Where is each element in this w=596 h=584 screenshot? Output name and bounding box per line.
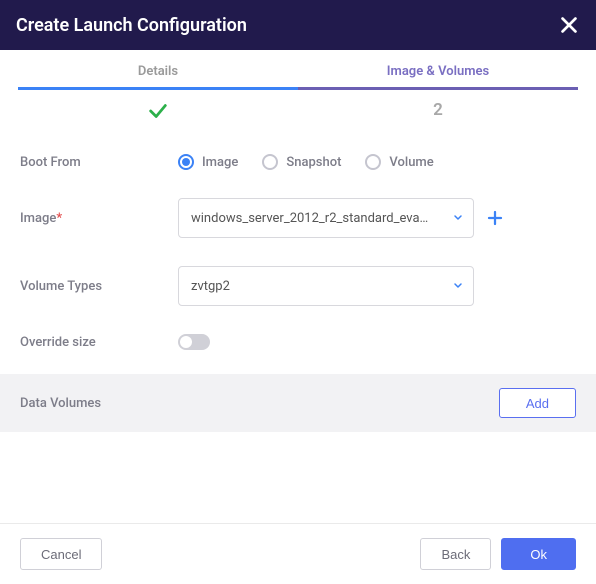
image-select[interactable]: windows_server_2012_r2_standard_eva… [178, 198, 474, 238]
radio-snapshot-label: Snapshot [286, 155, 341, 170]
row-override-size: Override size [20, 334, 576, 350]
radio-icon [178, 154, 194, 170]
row-image: Image* windows_server_2012_r2_standard_e… [20, 198, 576, 238]
footer-right-group: Back Ok [420, 538, 576, 570]
radio-image[interactable]: Image [178, 154, 238, 170]
tab-image-volumes[interactable]: Image & Volumes [298, 64, 578, 90]
boot-from-label: Boot From [20, 155, 178, 170]
step-1-indicator [18, 96, 298, 132]
volume-types-label: Volume Types [20, 279, 178, 294]
ok-button[interactable]: Ok [501, 538, 576, 570]
data-volumes-label: Data Volumes [20, 396, 101, 411]
required-indicator: * [56, 211, 62, 226]
add-volume-button[interactable]: Add [499, 388, 576, 418]
image-select-wrap: windows_server_2012_r2_standard_eva… [178, 198, 474, 238]
cancel-button[interactable]: Cancel [20, 538, 102, 570]
radio-snapshot[interactable]: Snapshot [262, 154, 341, 170]
image-label-text: Image [20, 211, 56, 226]
wizard-tabs: Details Image & Volumes [0, 64, 596, 90]
radio-volume-label: Volume [389, 155, 433, 170]
radio-icon [365, 154, 381, 170]
step-indicator-row: 2 [0, 90, 596, 132]
volume-types-select-wrap: zvtgp2 [178, 266, 474, 306]
tab-details[interactable]: Details [18, 64, 298, 90]
row-volume-types: Volume Types zvtgp2 [20, 266, 576, 306]
dialog-header: Create Launch Configuration [0, 0, 596, 50]
row-boot-from: Boot From Image Snapshot Volume [20, 154, 576, 170]
data-volumes-section: Data Volumes Add [0, 374, 596, 432]
step-2-indicator: 2 [298, 96, 578, 132]
add-image-button[interactable] [484, 207, 506, 229]
dialog-title: Create Launch Configuration [16, 15, 247, 36]
image-label: Image* [20, 211, 178, 226]
override-size-toggle[interactable] [178, 334, 210, 350]
override-size-label: Override size [20, 335, 178, 350]
checkmark-icon [147, 100, 169, 122]
form-body: Boot From Image Snapshot Volume Image* w… [0, 132, 596, 370]
plus-icon [486, 209, 504, 227]
boot-from-radio-group: Image Snapshot Volume [178, 154, 434, 170]
volume-types-select[interactable]: zvtgp2 [178, 266, 474, 306]
close-icon [558, 14, 580, 36]
close-button[interactable] [558, 14, 580, 36]
radio-image-label: Image [202, 155, 238, 170]
back-button[interactable]: Back [420, 538, 491, 570]
radio-icon [262, 154, 278, 170]
spacer [0, 432, 596, 523]
radio-volume[interactable]: Volume [365, 154, 433, 170]
dialog-footer: Cancel Back Ok [0, 523, 596, 584]
